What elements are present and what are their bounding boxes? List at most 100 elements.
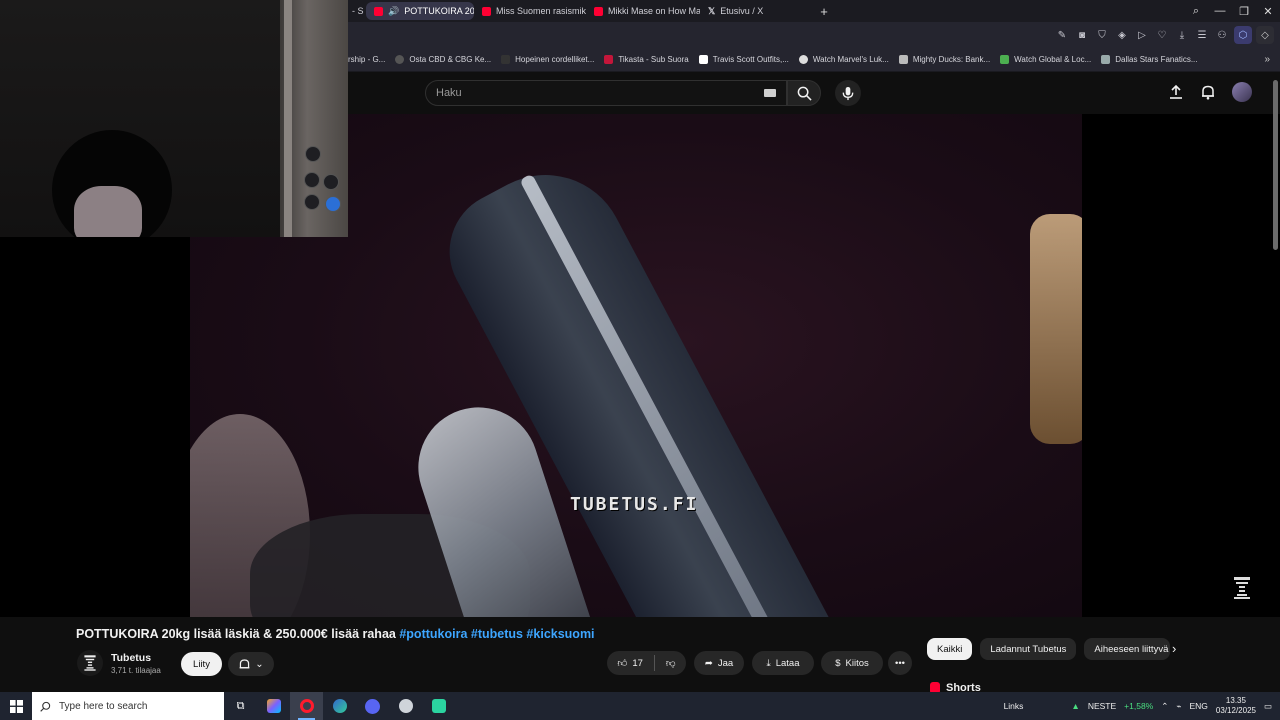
network-icon[interactable]: ⌁ — [1176, 701, 1181, 712]
voice-search-button[interactable] — [835, 80, 861, 106]
search-tabs-icon[interactable]: ⌕ — [1184, 5, 1208, 18]
chevron-up-icon[interactable]: ⌃ — [1161, 701, 1168, 712]
bookmark-item[interactable]: Mighty Ducks: Bank... — [898, 55, 990, 64]
upload-icon[interactable] — [1168, 84, 1184, 100]
webcam-overlay — [0, 0, 348, 237]
like-dislike-group: 👍︎ 17 👎︎ — [607, 651, 686, 675]
download-icon: ⤓ — [766, 657, 771, 669]
vpn-icon[interactable]: ◈ — [1114, 27, 1130, 43]
travis-icon — [698, 55, 708, 64]
paint-icon — [266, 699, 281, 713]
channel-name[interactable]: Tubetus — [111, 652, 151, 664]
task-view-button[interactable]: ⧉ — [224, 692, 257, 720]
taskbar-app-discord[interactable] — [356, 692, 389, 720]
clock-time: 13.35 — [1225, 696, 1246, 705]
close-icon[interactable]: ✕ — [1256, 5, 1280, 18]
video-hashtags[interactable]: #pottukoira #tubetus #kicksuomi — [399, 627, 594, 641]
x-logo-icon: 𝕏 — [708, 5, 716, 16]
bookmark-item[interactable]: Tikasta - Sub Suora — [604, 55, 689, 64]
join-button[interactable]: Liity — [181, 652, 222, 676]
tab-2[interactable]: Miss Suomen rasismikohu — [474, 2, 586, 20]
taskbar-app-edge[interactable] — [323, 692, 356, 720]
profile-icon[interactable]: ⚇ — [1214, 27, 1230, 43]
new-tab-button[interactable]: + — [816, 4, 832, 19]
start-button[interactable] — [0, 692, 32, 720]
bookmark-item[interactable]: Watch Global & Loc... — [1000, 55, 1091, 64]
thumbs-up-icon[interactable]: 👍︎ — [617, 657, 627, 669]
chip-related[interactable]: Aiheeseen liittyvä — [1084, 638, 1171, 660]
page-scrollbar[interactable] — [1273, 80, 1278, 250]
extension-icon[interactable]: ⬡ — [1234, 26, 1252, 44]
clock-date: 03/12/2025 — [1215, 706, 1256, 715]
taskbar-app-paint[interactable] — [257, 692, 290, 720]
share-button[interactable]: ➦ Jaa — [694, 651, 744, 675]
divider — [653, 655, 655, 671]
webcam-knob — [305, 146, 321, 162]
search-input[interactable]: Haku — [425, 80, 787, 106]
bookmark-item[interactable]: rship - G... — [348, 55, 385, 64]
bookmark-label: Osta CBD & CBG Ke... — [409, 55, 492, 64]
tab-3[interactable]: Mikki Mase on How Mafi — [586, 2, 700, 20]
taskbar-search[interactable]: Type here to search — [32, 692, 224, 720]
bookmark-item[interactable]: Hopeinen cordelliket... — [501, 55, 594, 64]
taskbar-app-terminal[interactable] — [422, 692, 455, 720]
screen: TUBETUS.FI - S 🔊 POTTUKOIRA 20kg lisä Mi… — [0, 0, 1280, 720]
tikasta-icon — [604, 55, 614, 64]
language-indicator[interactable]: ENG — [1190, 701, 1208, 711]
subscription-bell-button[interactable]: ⌄ — [228, 652, 274, 676]
video-blur-lamp — [1030, 214, 1082, 444]
menu-icon[interactable]: ☰ — [1194, 27, 1210, 43]
like-count[interactable]: 17 — [632, 658, 643, 669]
browser-tab-strip: - S 🔊 POTTUKOIRA 20kg lisä Miss Suomen r… — [348, 0, 1280, 22]
chip-uploaded-by[interactable]: Ladannut Tubetus — [980, 638, 1077, 660]
restore-icon[interactable]: ❐ — [1232, 5, 1256, 18]
webcam-person-face — [74, 186, 142, 237]
bookmark-item[interactable]: Osta CBD & CBG Ke... — [395, 55, 491, 64]
subscriber-count: 3,71 t. tilaajaa — [111, 666, 161, 675]
bookmark-item[interactable]: Watch Marvel's Luk... — [798, 55, 889, 64]
more-actions-button[interactable]: ••• — [888, 651, 912, 675]
chevron-right-icon[interactable]: › — [1172, 641, 1176, 656]
bookmark-item[interactable]: Dallas Stars Fanatics... — [1101, 55, 1198, 64]
thumbs-down-icon[interactable]: 👎︎ — [666, 657, 676, 669]
taskbar-app-opera[interactable] — [290, 692, 323, 720]
thanks-button[interactable]: $ Kiitos — [821, 651, 883, 675]
kt-icon — [501, 55, 511, 64]
edit-icon[interactable]: ✎ — [1054, 27, 1070, 43]
minimize-icon[interactable]: — — [1208, 5, 1232, 17]
taskbar-app-chatgpt[interactable] — [389, 692, 422, 720]
download-button[interactable]: ⤓ Lataa — [752, 651, 814, 675]
bell-icon[interactable] — [1200, 84, 1216, 100]
tab-4[interactable]: 𝕏 Etusivu / X — [700, 2, 810, 20]
shield-icon[interactable]: ⛉ — [1094, 27, 1110, 43]
player-right-bar — [1082, 114, 1280, 617]
keyboard-icon[interactable] — [764, 89, 776, 97]
globe-icon — [395, 55, 405, 64]
search-button[interactable] — [787, 80, 821, 106]
taskbar-search-placeholder: Type here to search — [59, 700, 148, 712]
links-toolbar[interactable]: Links — [1004, 701, 1024, 711]
video-details: POTTUKOIRA 20kg lisää läskiä & 250.000€ … — [0, 617, 1280, 694]
tab-0[interactable]: - S — [348, 2, 366, 20]
opera-icon — [299, 699, 314, 713]
chip-all[interactable]: Kaikki — [927, 638, 973, 660]
channel-watermark-icon[interactable] — [1232, 577, 1252, 599]
play-icon[interactable]: ▷ — [1134, 27, 1150, 43]
notifications-icon[interactable]: ▭ — [1264, 701, 1272, 712]
avatar[interactable] — [1232, 82, 1252, 102]
chevron-right-icon[interactable]: » — [1264, 54, 1270, 65]
heart-icon[interactable]: ♡ — [1154, 27, 1170, 43]
cube-icon[interactable]: ◇ — [1256, 26, 1274, 44]
clock[interactable]: 13.35 03/12/2025 — [1216, 696, 1256, 716]
download-icon[interactable]: ⤓ — [1174, 27, 1190, 43]
bookmark-item[interactable]: Travis Scott Outfits,... — [698, 55, 789, 64]
bookmarks-bar: rship - G... Osta CBD & CBG Ke... Hopein… — [348, 48, 1280, 72]
tab-label: Mikki Mase on How Mafi — [608, 6, 700, 16]
bookmark-label: Watch Global & Loc... — [1014, 55, 1092, 64]
tab-1[interactable]: 🔊 POTTUKOIRA 20kg lisä — [366, 2, 474, 20]
microphone-icon — [842, 86, 854, 100]
channel-avatar[interactable] — [77, 650, 103, 676]
bell-icon — [239, 658, 250, 668]
camera-icon[interactable]: ◙ — [1074, 27, 1090, 43]
stock-name[interactable]: NESTE — [1088, 701, 1116, 711]
